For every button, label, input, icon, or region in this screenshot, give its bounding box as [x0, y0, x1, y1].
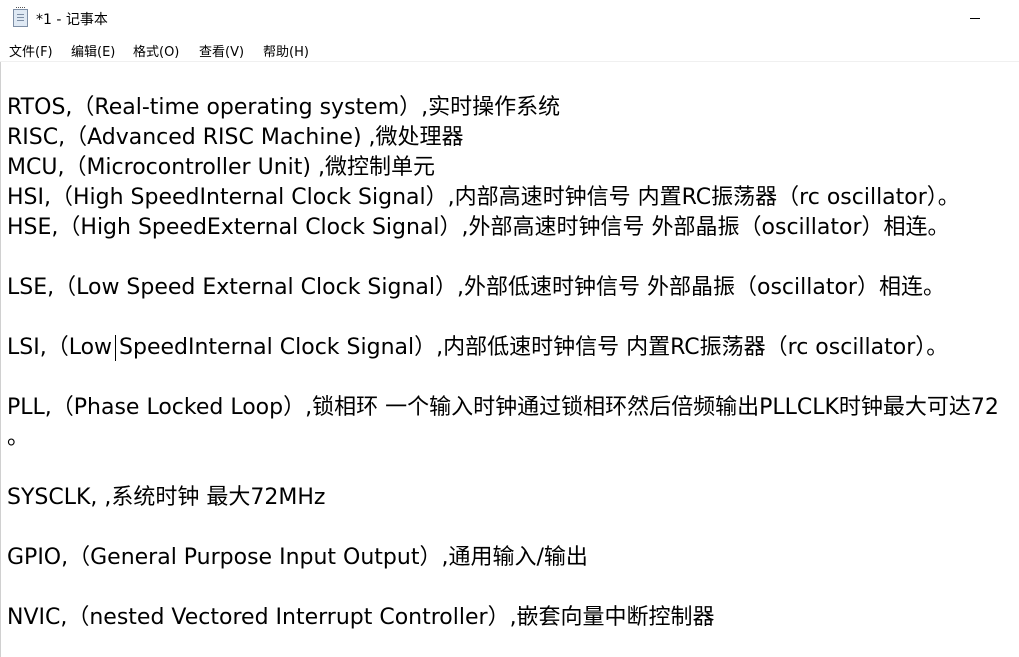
- notepad-icon: [13, 7, 28, 27]
- text-line: 。: [7, 425, 30, 450]
- text-line: HSE,（High SpeedExternal Clock Signal）,外部…: [7, 215, 950, 240]
- text-line: MCU,（Microcontroller Unit) ,微控制单元: [7, 155, 435, 180]
- text-line: NVIC,（nested Vectored Interrupt Controll…: [7, 605, 715, 630]
- text-line: LSE,（Low Speed External Clock Signal）,外部…: [7, 275, 945, 300]
- minimize-icon: [970, 18, 980, 19]
- text-line: GPIO,（General Purpose Input Output）,通用输入…: [7, 545, 588, 570]
- menu-help[interactable]: 帮助(H): [263, 41, 309, 60]
- menu-view[interactable]: 查看(V): [199, 41, 244, 60]
- text-line: HSI,（High SpeedInternal Clock Signal）,内部…: [7, 185, 960, 210]
- text-line: LSI,（Low SpeedInternal Clock Signal）,内部低…: [7, 335, 949, 360]
- title-bar[interactable]: *1 - 记事本: [0, 0, 1019, 37]
- menu-edit[interactable]: 编辑(E): [71, 41, 115, 60]
- menu-file[interactable]: 文件(F): [9, 41, 53, 60]
- minimize-button[interactable]: [958, 0, 998, 37]
- menu-format[interactable]: 格式(O): [133, 41, 179, 60]
- text-line: PLL,（Phase Locked Loop）,锁相环 一个输入时钟通过锁相环然…: [7, 395, 999, 420]
- text-line: RISC,（Advanced RISC Machine) ,微处理器: [7, 125, 464, 150]
- text-editor[interactable]: RTOS,（Real-time operating system）,实时操作系统…: [0, 62, 1019, 657]
- text-line: RTOS,（Real-time operating system）,实时操作系统: [7, 95, 561, 120]
- window-title: *1 - 记事本: [36, 12, 108, 28]
- notepad-window: *1 - 记事本 文件(F) 编辑(E) 格式(O) 查看(V) 帮助(H) R…: [0, 0, 1019, 657]
- menu-bar: 文件(F) 编辑(E) 格式(O) 查看(V) 帮助(H): [0, 37, 1019, 62]
- text-caret: [115, 335, 116, 361]
- text-line: SYSCLK, ,系统时钟 最大72MHz: [7, 485, 326, 510]
